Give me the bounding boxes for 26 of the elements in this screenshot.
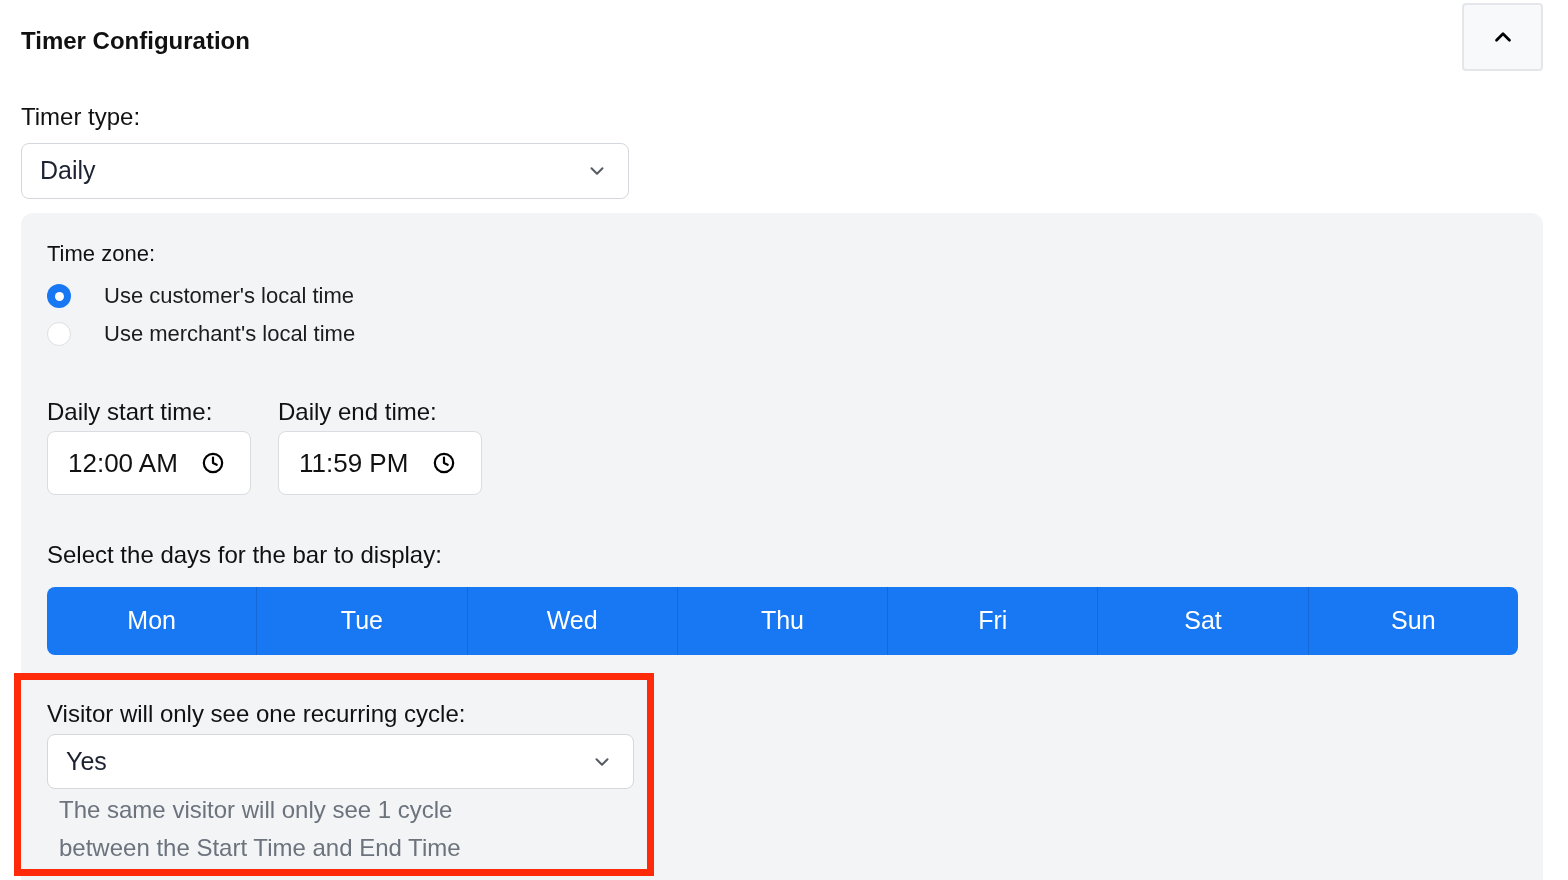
day-toggle[interactable]: Sun [1307, 587, 1518, 655]
field-label: Visitor will only see one recurring cycle: [47, 699, 466, 729]
clock-icon [433, 452, 455, 474]
dropdown-select[interactable]: Daily [21, 143, 629, 199]
radio-label[interactable]: Use customer's local time [104, 282, 354, 310]
field-label: Daily start time: [47, 397, 214, 427]
day-toggle[interactable]: Thu [676, 587, 888, 655]
day-toggle[interactable]: Tue [256, 587, 467, 655]
collapse-button[interactable] [1462, 3, 1543, 71]
field-label: Select the days for the bar to display: [47, 540, 442, 570]
field-label: Daily end time: [278, 397, 438, 427]
field-label: Time zone: [47, 241, 155, 267]
field-label: Timer type: [21, 102, 141, 132]
day-toggle[interactable]: Mon [47, 587, 257, 655]
day-toggle[interactable]: Sat [1097, 587, 1308, 655]
help-text: The same visitor will only see 1 cycle between the Start Time and End Time [59, 795, 462, 863]
radio-label[interactable]: Use merchant's local time [104, 320, 356, 348]
day-toggle[interactable]: Wed [466, 587, 677, 655]
day-toggle[interactable]: Fri [887, 587, 1098, 655]
time-input[interactable]: 12:00 AM [47, 431, 251, 495]
time-input[interactable]: 11:59 PM [278, 431, 482, 495]
dropdown-select[interactable]: Yes [47, 734, 634, 789]
radio-button[interactable] [47, 322, 71, 346]
section-title: Timer Configuration [21, 26, 250, 56]
clock-icon [202, 452, 224, 474]
radio-button[interactable] [47, 284, 71, 308]
